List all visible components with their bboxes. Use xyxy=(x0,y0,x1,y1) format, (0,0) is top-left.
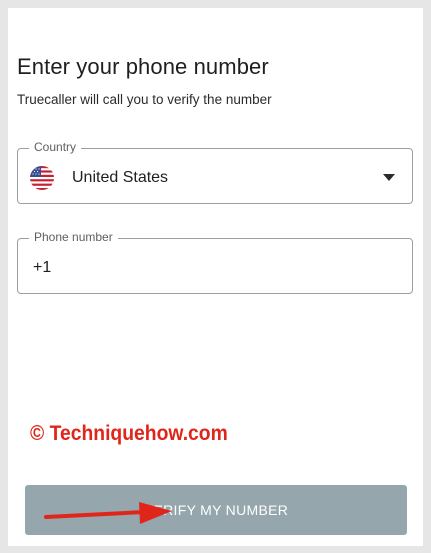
phone-number-label: Phone number xyxy=(29,230,118,244)
page-title: Enter your phone number xyxy=(17,54,269,79)
page-subtitle: Truecaller will call you to verify the n… xyxy=(17,92,272,107)
phone-number-field[interactable]: Phone number +1 xyxy=(17,230,413,294)
verify-phone-screen: Enter your phone number Truecaller will … xyxy=(8,8,423,546)
us-flag-icon xyxy=(30,166,54,190)
country-value: United States xyxy=(72,169,169,186)
watermark-text: © Techniquehow.com xyxy=(30,422,228,445)
phone-number-input[interactable]: +1 xyxy=(33,259,51,277)
red-arrow-icon xyxy=(44,502,172,524)
caret-down-icon[interactable] xyxy=(383,174,395,182)
country-select[interactable]: Country United States xyxy=(17,140,413,204)
country-label: Country xyxy=(29,140,82,154)
